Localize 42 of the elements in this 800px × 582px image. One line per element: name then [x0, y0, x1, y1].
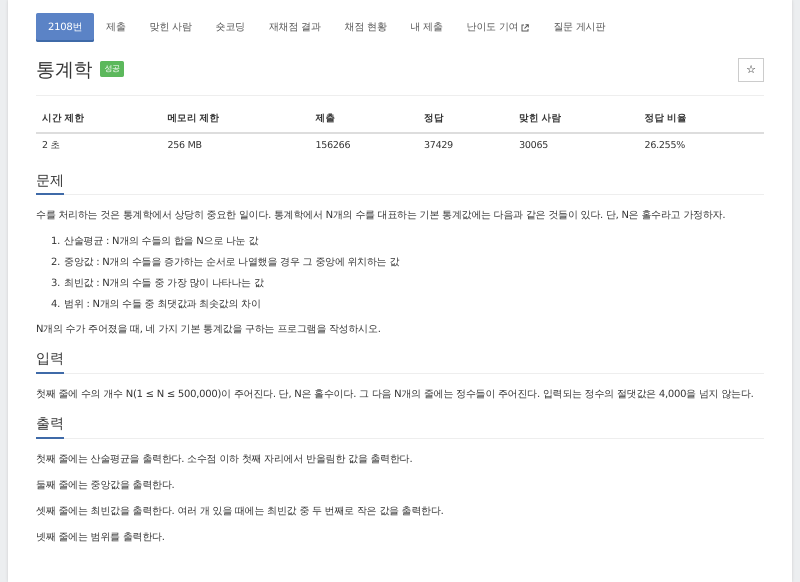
- problem-title: 통계학: [36, 58, 92, 82]
- section-heading: 문제: [36, 172, 64, 196]
- nav-tab[interactable]: 내 제출: [398, 13, 455, 42]
- column-header: 시간 제한: [36, 106, 162, 134]
- nav-tab[interactable]: 숏코딩: [204, 13, 257, 42]
- paragraph: 둘째 줄에는 중앙값을 출력한다.: [36, 478, 176, 493]
- paragraph: 셋째 줄에는 최빈값을 출력한다. 여러 개 있을 때에는 최빈값 중 두 번째로 작은 값을 출력한다.: [36, 504, 445, 519]
- nav-tab[interactable]: 제출: [94, 13, 138, 42]
- paragraph: N개의 수가 주어졌을 때, 네 가지 기본 통계값을 구하는 프로그램을 작성하시오.: [36, 323, 382, 338]
- paragraph: 수를 처리하는 것은 통계학에서 상당히 중요한 일이다. 통계학에서 N개의 수를 대표하는 기본 통계값에는 다음과 같은 것들이 있다. 단, N은 홀수라고 가정하자.: [36, 209, 726, 224]
- table-cell: 2 초: [36, 133, 162, 158]
- table-cell: 156266: [310, 133, 418, 158]
- nav-tab[interactable]: 2108번: [36, 13, 94, 42]
- list-item: 중앙값 : N개의 수들을 증가하는 순서로 나열했을 경우 그 중앙에 위치하는 값: [64, 256, 400, 270]
- column-header: 메모리 제한: [161, 106, 310, 134]
- nav-tab[interactable]: 난이도 기여: [454, 13, 542, 42]
- column-header: 정답 비율: [638, 106, 764, 134]
- paragraph: 넷째 줄에는 범위를 출력한다.: [36, 530, 166, 545]
- list-number: 3.: [51, 277, 60, 292]
- star-button[interactable]: ☆: [738, 58, 764, 82]
- list-number: 1.: [51, 235, 60, 250]
- section-heading: 입력: [36, 351, 64, 374]
- list-number: 2.: [51, 256, 60, 270]
- nav-tab[interactable]: 채점 현황: [332, 13, 399, 42]
- table-cell: 37429: [418, 133, 514, 158]
- section-heading: 출력: [36, 416, 64, 439]
- table-cell: 26.255%: [638, 133, 764, 158]
- list-number: 4.: [51, 298, 60, 312]
- nav-tab[interactable]: 맞힌 사람: [138, 13, 204, 42]
- table-cell: 30065: [513, 133, 639, 158]
- list-item: 범위 : N개의 수들 중 최댓값과 최솟값의 차이: [64, 298, 261, 312]
- column-header: 맞힌 사람: [513, 106, 639, 134]
- table-cell: 256 MB: [161, 133, 310, 158]
- column-header: 제출: [310, 106, 418, 134]
- nav-tab[interactable]: 질문 게시판: [541, 13, 618, 42]
- status-badge: 성공: [100, 61, 124, 78]
- list-item: 최빈값 : N개의 수들 중 가장 많이 나타나는 값: [64, 277, 264, 292]
- column-header: 정답: [418, 106, 514, 134]
- nav-tab[interactable]: 재채점 결과: [256, 13, 333, 42]
- paragraph: 첫째 줄에는 산술평균을 출력한다. 소수점 이하 첫째 자리에서 반올림한 값을 출력한다.: [36, 452, 414, 467]
- list-item: 산술평균 : N개의 수들의 합을 N으로 나눈 값: [64, 235, 258, 250]
- paragraph: 첫째 줄에 수의 개수 N(1 ≤ N ≤ 500,000)이 주어진다. 단, N은 홀수이다. 그 다음 N개의 줄에는 정수들이 주어진다. 입력되는 정수의 절댓값은 4,000을 넘지 않는다.: [36, 388, 755, 402]
